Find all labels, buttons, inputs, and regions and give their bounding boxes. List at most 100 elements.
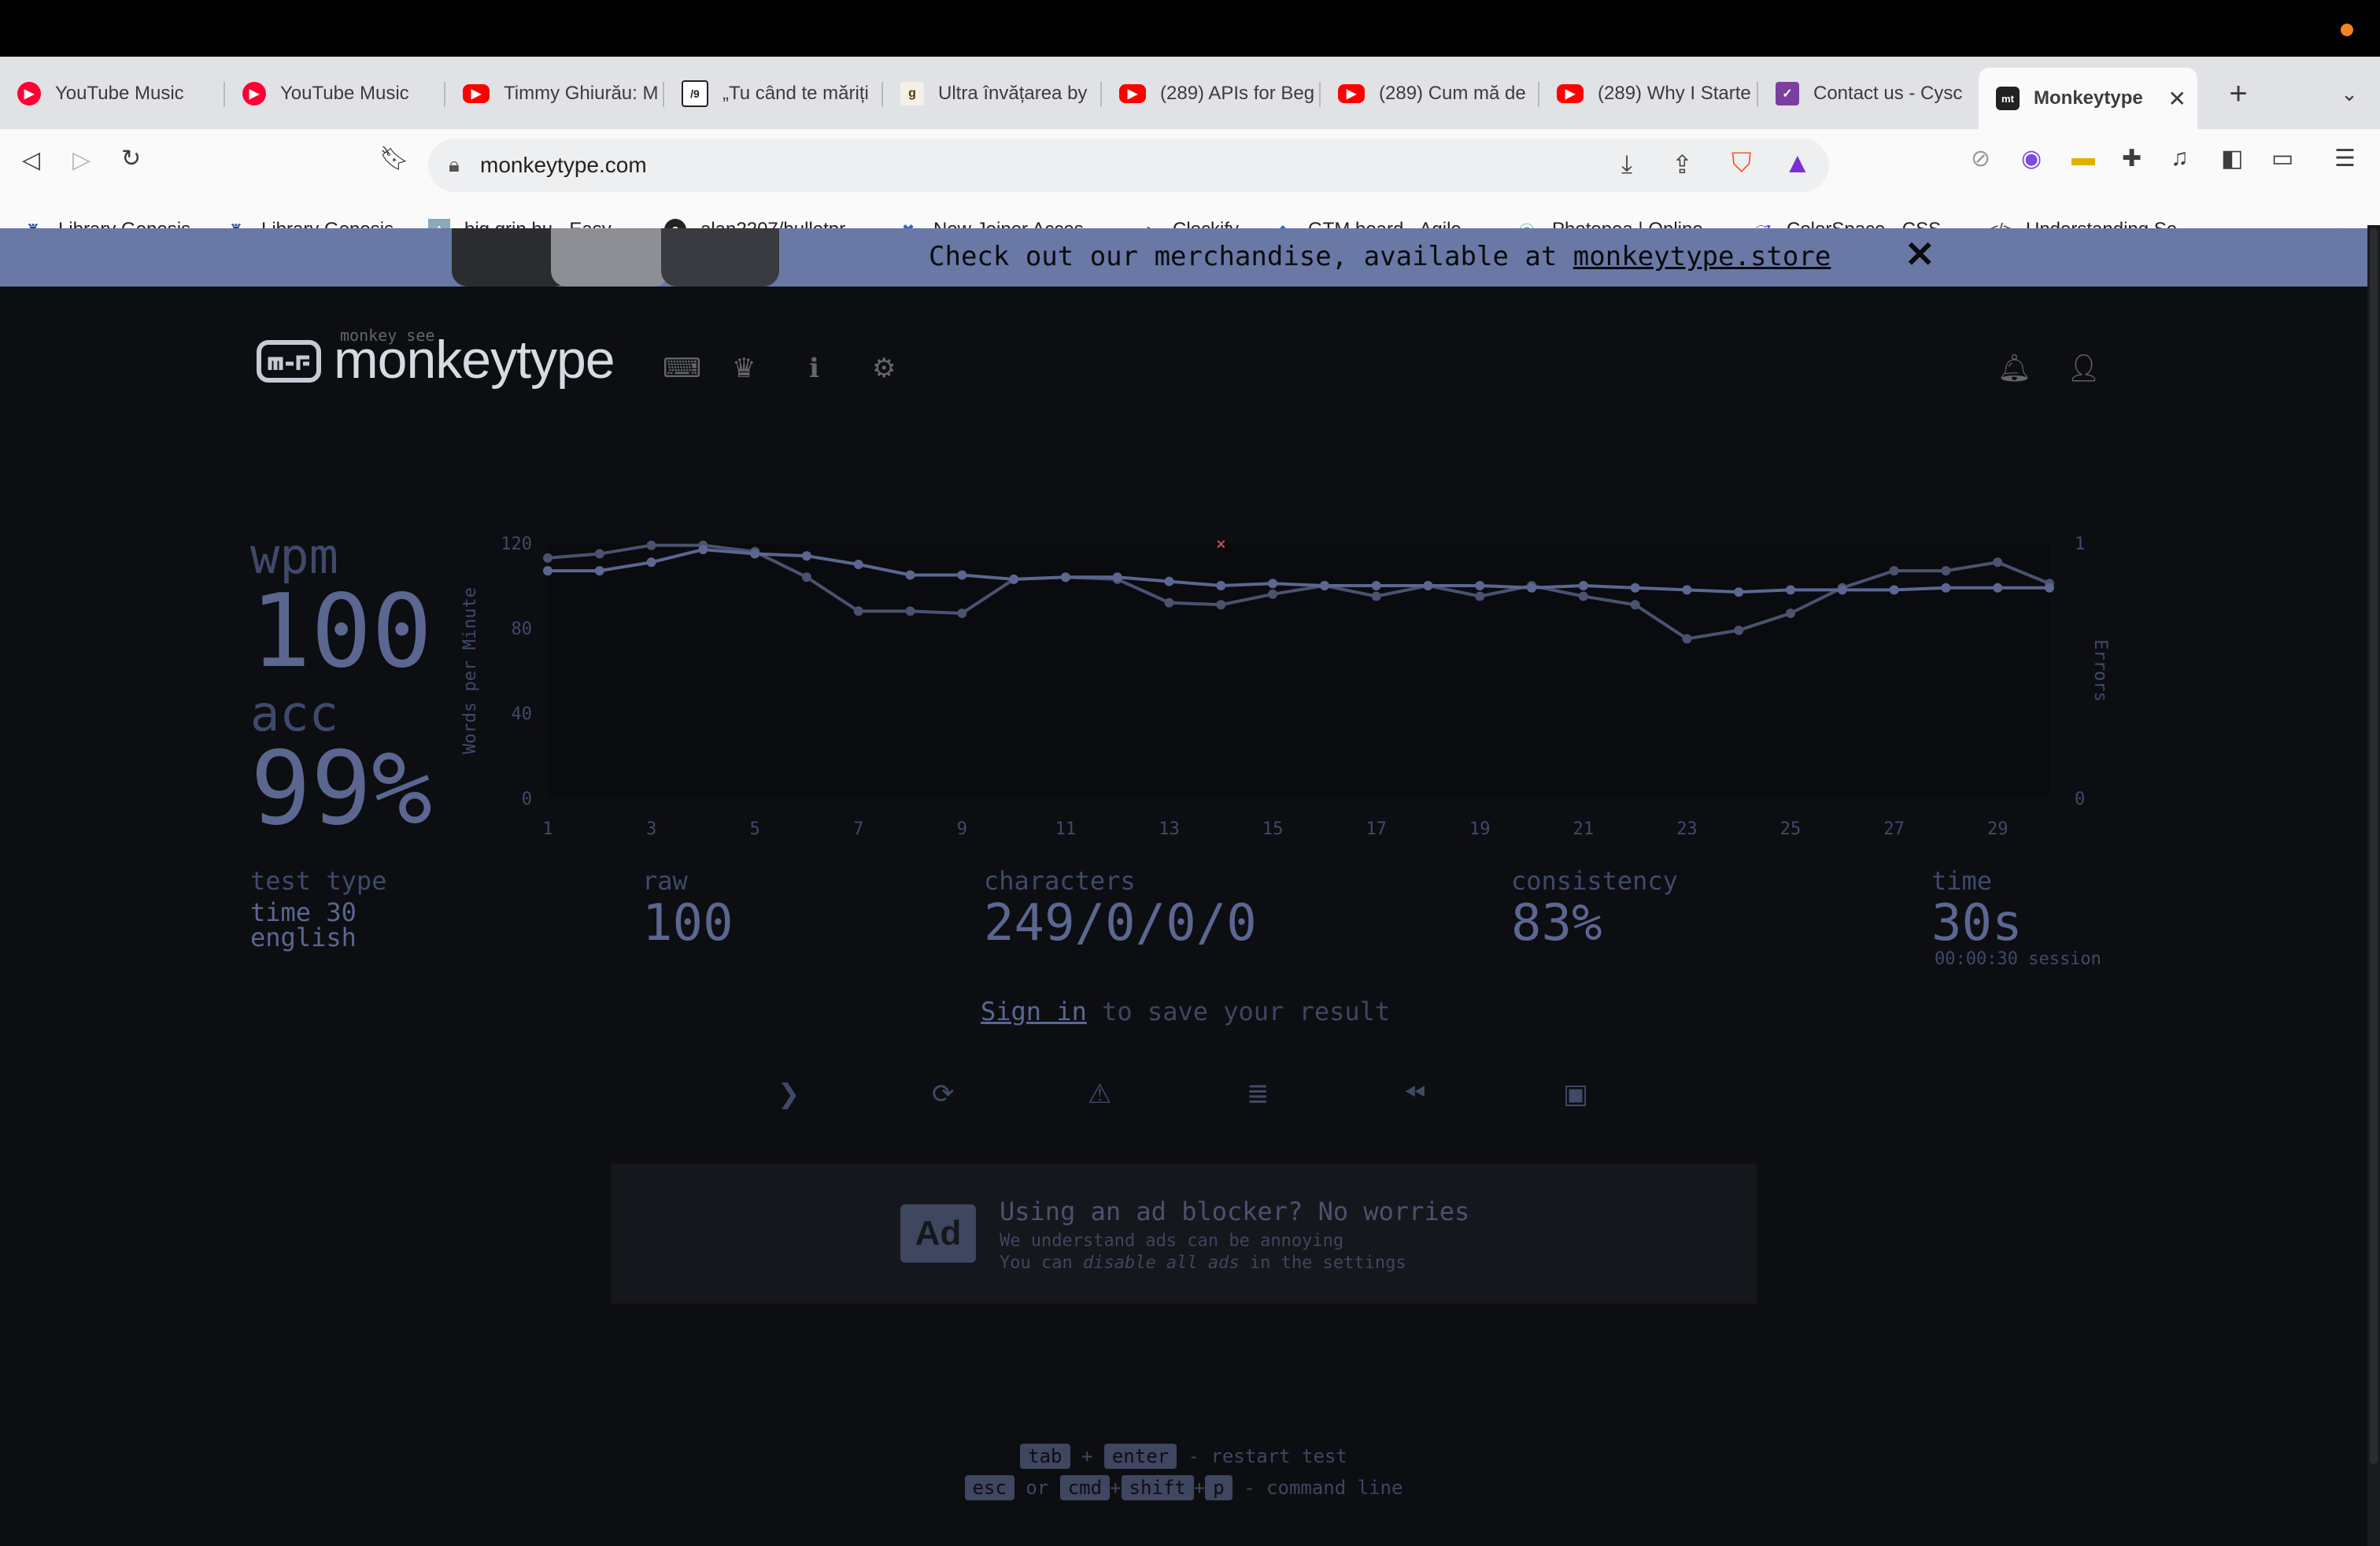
signin-prompt: Sign in to save your result [981,997,1390,1026]
x-tick-label: 3 [646,819,656,839]
series-point [1630,600,1640,610]
series-point [1889,585,1899,595]
acc-value: 99% [250,730,433,848]
new-tab-button[interactable]: + [2215,68,2262,120]
series-point [1475,591,1485,601]
youtube-icon: ▶ [1338,84,1365,103]
wallet-icon[interactable]: ▭ [2271,145,2293,172]
series-point [1682,634,1692,644]
browser-tab[interactable]: ▶ (289) Cum mă de [1321,68,1539,120]
forward-icon[interactable]: ▷ [72,146,91,174]
account-icon[interactable]: 👤︎ [2067,353,2101,384]
macos-menubar [0,0,2380,57]
extensions-puzzle-icon[interactable]: ✚ [2122,145,2142,172]
disable-ads-link[interactable]: disable all ads [1083,1253,1240,1273]
series-point [543,566,552,576]
keyboard-icon[interactable]: ⌨ [663,353,701,384]
monkeytype-logo-icon[interactable] [257,338,321,386]
warning-icon[interactable]: ⚠ [1088,1078,1111,1110]
close-tab-icon[interactable]: ✕ [2168,86,2186,112]
brave-shields-icon[interactable]: ⛉ [1731,148,1752,179]
series-point [1268,579,1278,589]
share-icon[interactable]: ⇪ [1672,150,1693,179]
keyboard-hints: tab + enter - restart test esc or cmd + sh… [0,1441,2367,1503]
tab-search-chevron-icon[interactable]: ⌄ [2330,68,2369,120]
browser-tab[interactable]: ✓ Contact us - Cysc [1758,68,1977,120]
browser-tab-active[interactable]: mt Monkeytype ✕ [1979,68,2197,129]
series-point [1734,587,1744,597]
x-tick-label: 17 [1366,819,1387,839]
bell-icon[interactable]: 🔔︎ [1998,353,2031,384]
series-point [646,557,656,568]
crown-icon[interactable]: ♛ [732,353,756,384]
series-point [1993,557,2003,568]
browser-tab[interactable]: ▶ Timmy Ghiurău: M [445,68,664,120]
monkeytype-icon: mt [1996,87,2020,110]
series-point [543,553,552,563]
address-bar[interactable]: 🔒︎ monkeytype.com ⤓ ⇪ ⛉ ▲ [428,139,1829,192]
next-test-chevron-icon[interactable]: ❯ [778,1078,800,1110]
info-icon[interactable]: i [809,353,819,384]
replay-icon[interactable]: ⏪︎ [1404,1078,1425,1109]
media-controls-icon[interactable]: ♫ [2171,145,2189,172]
ad-title: Using an ad blocker? No worries [1000,1196,1470,1226]
gear-icon[interactable]: ⚙ [872,353,896,384]
browser-tab[interactable]: /9 „Tu când te măriți [664,68,883,120]
browser-tab[interactable]: ▶ YouTube Music [0,68,225,120]
compass-icon[interactable]: ⊘ [1971,145,1990,172]
series-point [1527,583,1537,593]
x-tick-label: 25 [1780,819,1802,839]
youtube-music-icon: ▶ [242,82,266,105]
series-point [1786,585,1796,595]
series-point [1578,591,1588,601]
scroll-thumb[interactable] [2370,228,2378,1464]
y-tick-label: 40 [512,705,533,724]
key-esc: esc [964,1475,1014,1500]
store-link[interactable]: monkeytype.store [1573,241,1831,272]
signin-link[interactable]: Sign in [981,997,1087,1026]
logo-text[interactable]: monkeytype [334,329,615,390]
tshirt-image [551,228,669,287]
menu-icon[interactable]: ☰ [2334,145,2356,172]
extension-icon[interactable]: ▬ [2071,145,2095,172]
hint-or: or [1026,1477,1049,1499]
y2-tick-label: 0 [2075,790,2085,809]
color-picker-icon[interactable]: ◉ [2021,145,2042,172]
hint-restart: tab + enter - restart test [0,1441,2367,1472]
series-point [801,572,811,583]
reload-icon[interactable]: ↻ [121,145,141,172]
bookmark-icon[interactable]: 🔖︎ [379,145,409,172]
install-icon[interactable]: ⤓ [1621,150,1632,179]
series-point [853,560,863,569]
restart-icon[interactable]: ⟳ [932,1078,955,1110]
words-history-icon[interactable]: ≣ [1247,1078,1269,1110]
y-axis-label: Words per Minute [460,587,480,754]
hint-restart-text: - restart test [1188,1445,1347,1467]
series-point [1941,566,1951,576]
close-banner-icon[interactable]: ✕ [1905,233,1935,276]
hint-command-line: esc or cmd + shift + p - command line [0,1472,2367,1503]
brave-rewards-icon[interactable]: ▲ [1783,146,1812,179]
ad-icon: Ad [900,1204,976,1263]
test-type-label: test type [250,866,387,896]
x-tick-label: 29 [1987,819,2009,839]
recording-indicator [2341,24,2353,36]
series-point [1837,585,1847,595]
y-tick-label: 80 [512,620,533,639]
tab-label: Monkeytype [2034,87,2143,109]
sidebar-icon[interactable]: ◧ [2221,145,2243,172]
time-value: 30s [1931,894,2023,952]
session-time: 00:00:30 session [1935,949,2101,969]
x-tick-label: 1 [542,819,552,839]
back-icon[interactable]: ◁ [22,146,40,174]
x-tick-label: 27 [1883,819,1905,839]
series-point [1423,581,1433,590]
series-point [1578,581,1588,590]
browser-tab[interactable]: ▶ (289) Why I Starte [1539,68,1758,120]
browser-tab[interactable]: ▶ (289) APIs for Beg [1102,68,1321,120]
browser-tab[interactable]: g Ultra învățarea by [883,68,1102,120]
ad-line2-post: in the settings [1239,1253,1406,1273]
tab-label: Contact us - Cysc [1813,83,1963,104]
screenshot-image-icon[interactable]: ▣ [1563,1078,1588,1110]
browser-tab[interactable]: ▶ YouTube Music [225,68,445,120]
